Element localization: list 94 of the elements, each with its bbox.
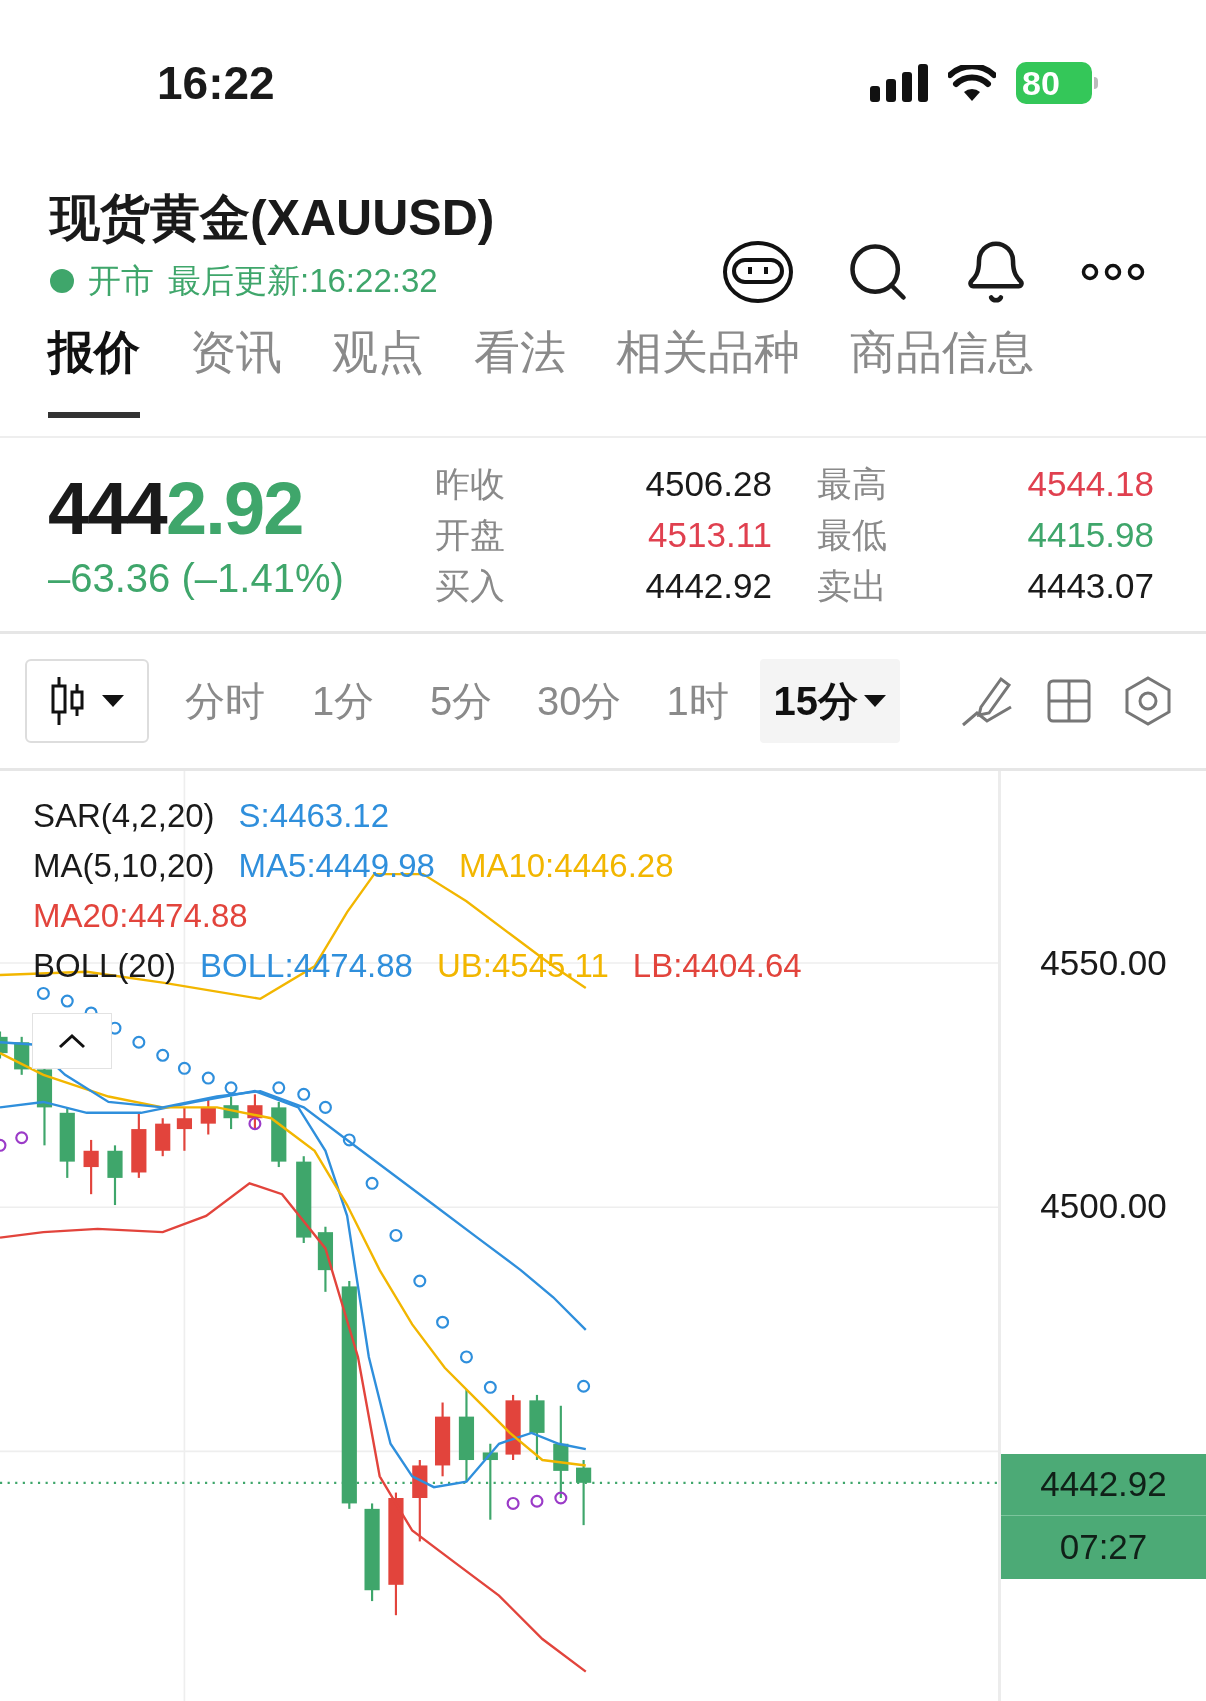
candle [271,1101,287,1168]
last-price: 4442.92 [48,468,304,549]
collapse-button[interactable] [32,1013,112,1069]
sar-dot [318,1100,332,1114]
stat-label: 买入 [435,565,505,607]
current-price: 4442.92 [1001,1454,1206,1516]
stat-value: 4443.07 [1026,565,1154,607]
stat-label: 昨收 [435,463,505,505]
candle [176,1107,192,1151]
interval-tab[interactable]: 5分 [405,659,517,743]
sar-dot [554,1491,568,1505]
y-axis-label: 4500.00 [1039,1186,1168,1226]
sar-dot [156,1048,170,1062]
sar-dot [297,1087,311,1101]
chevron-up-icon [58,1033,86,1049]
wifi-icon [948,65,996,101]
interval-tab[interactable]: 1时 [641,659,754,743]
stat-value: 4442.92 [644,565,772,607]
candle [529,1394,545,1461]
sar-dot [248,1117,262,1131]
sar-dot [272,1081,286,1095]
indicator-value: MA5:4449.98 [238,846,435,886]
candle [505,1394,521,1461]
indicator-value: MA20:4474.88 [33,896,248,936]
candle [107,1145,123,1206]
stat-label: 最低 [817,514,887,556]
indicator-value: SAR(4,2,20) [33,796,215,836]
sar-dot [389,1228,403,1242]
bar-countdown: 07:27 [1058,1526,1149,1569]
sar-dot [132,1035,146,1049]
y-axis-label: 4550.00 [1039,943,1168,983]
sar-dot [15,1131,29,1145]
sar-dot [459,1350,473,1364]
tab[interactable]: 相关品种 [616,322,800,418]
candle [155,1118,171,1157]
indicator-value: MA(5,10,20) [33,846,215,886]
stat-value: 4513.11 [647,514,772,556]
price-change: –63.36 (–1.41%) [48,554,345,601]
sar-dot [60,994,74,1008]
candle [14,1036,30,1075]
candle [247,1094,263,1130]
stat-value: 4544.18 [1026,463,1154,505]
tab[interactable]: 观点 [332,322,424,418]
interval-tab[interactable]: 30分 [523,659,636,743]
sar-dot [36,986,50,1000]
tab[interactable]: 资讯 [190,322,282,418]
candle [317,1226,334,1292]
robot-icon[interactable] [722,240,794,304]
stat-label: 卖出 [817,565,887,607]
stat-label: 开盘 [435,514,505,556]
stat-value: 4506.28 [644,463,772,505]
grid-layout-icon[interactable] [1047,679,1091,723]
stat-value: 4415.98 [1026,514,1154,556]
candle [200,1098,216,1135]
last-update-time: 最后更新:16:22:32 [168,261,438,301]
sar-dot [577,1379,591,1393]
caret-icon [864,695,886,707]
interval-tab[interactable]: 分时 [169,659,281,743]
tab[interactable]: 报价 [48,322,140,418]
more-icon[interactable] [1080,262,1146,282]
market-status: 开市 [88,261,154,301]
signal-icon [870,64,928,102]
indicator-value: BOLL(20) [33,946,177,986]
sar-dot [365,1176,379,1190]
instrument-title: 现货黄金(XAUUSD) [50,190,495,246]
sar-dot [413,1274,427,1288]
candle [131,1112,147,1178]
sar-dot [483,1380,497,1394]
indicator-value: LB:4404.64 [632,946,802,986]
sar-dot [201,1071,215,1085]
candle [83,1139,99,1195]
indicator-value: MA10:4446.28 [458,846,674,886]
sar-dot [530,1494,544,1508]
sar-dot [342,1133,356,1147]
indicator-value: S:4463.12 [238,796,390,836]
interval-tab[interactable]: 1分 [287,659,399,743]
candlestick-icon [50,676,86,726]
sar-dot [177,1061,191,1075]
chart-type-button[interactable] [25,659,149,743]
sar-dot [224,1081,238,1095]
candle [223,1096,239,1130]
battery-level: 80 [1016,62,1092,104]
sar-dot [506,1496,520,1510]
settings-icon[interactable] [1125,676,1171,726]
sar-dot [436,1315,450,1329]
interval-tab[interactable]: 15分 [759,659,900,743]
status-time: 16:22 [157,55,275,111]
tab[interactable]: 看法 [474,322,566,418]
tab[interactable]: 商品信息 [850,322,1034,418]
stat-label: 最高 [817,463,887,505]
battery-cap-icon [1094,77,1098,89]
candle [59,1107,75,1178]
candle [0,1031,8,1059]
caret-icon [102,695,124,707]
